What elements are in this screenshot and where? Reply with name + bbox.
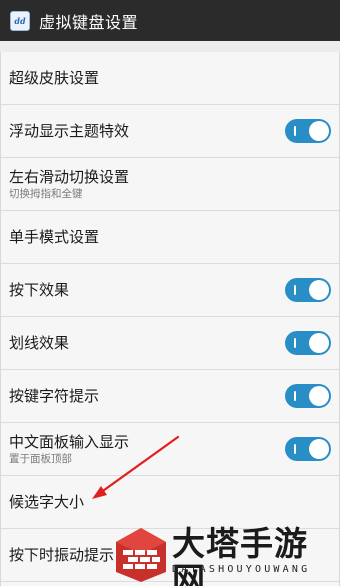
setting-one-hand-mode[interactable]: 单手模式设置 <box>1 211 339 264</box>
setting-key-char-hint[interactable]: 按键字符提示 <box>1 370 339 423</box>
settings-list: 超级皮肤设置 浮动显示主题特效 左右滑动切换设置 切换拇指和全键 单手模式设置 … <box>0 52 340 586</box>
toggle-knob <box>309 386 329 406</box>
setting-candidate-size[interactable]: 候选字大小 <box>1 476 339 529</box>
toggle-knob <box>309 280 329 300</box>
setting-label: 按下时振动提示 <box>9 545 115 564</box>
setting-skin[interactable]: 超级皮肤设置 <box>1 52 339 105</box>
setting-label: 超级皮肤设置 <box>9 68 100 87</box>
toggle-switch[interactable] <box>285 119 331 143</box>
toggle-knob <box>309 333 329 353</box>
app-icon-text: dd <box>14 15 26 26</box>
setting-swipe-line-effect[interactable]: 划线效果 <box>1 317 339 370</box>
toggle-switch[interactable] <box>285 437 331 461</box>
toggle-on-mark <box>294 338 296 348</box>
toggle-switch[interactable] <box>285 331 331 355</box>
page-title: 虚拟键盘设置 <box>39 12 139 32</box>
setting-label: 单手模式设置 <box>9 227 100 246</box>
setting-vibration-hint[interactable]: 按下时振动提示 <box>1 529 339 582</box>
setting-label: 左右滑动切换设置 <box>9 167 130 186</box>
setting-swipe-switch[interactable]: 左右滑动切换设置 切换拇指和全键 <box>1 158 339 211</box>
toggle-on-mark <box>294 444 296 454</box>
toggle-knob <box>309 439 329 459</box>
toggle-switch[interactable] <box>285 278 331 302</box>
toggle-on-mark <box>294 126 296 136</box>
toggle-switch[interactable] <box>285 384 331 408</box>
app-icon: dd <box>10 10 30 31</box>
setting-label: 候选字大小 <box>9 492 85 511</box>
toggle-on-mark <box>294 285 296 295</box>
setting-press-effect[interactable]: 按下效果 <box>1 264 339 317</box>
setting-subtitle: 切换拇指和全键 <box>9 187 83 200</box>
setting-floating-theme-effects[interactable]: 浮动显示主题特效 <box>1 105 339 158</box>
toggle-knob <box>309 121 329 141</box>
toggle-on-mark <box>294 391 296 401</box>
setting-chinese-panel-display[interactable]: 中文面板输入显示 置于面板顶部 <box>1 423 339 476</box>
title-bar: dd 虚拟键盘设置 <box>0 0 340 41</box>
